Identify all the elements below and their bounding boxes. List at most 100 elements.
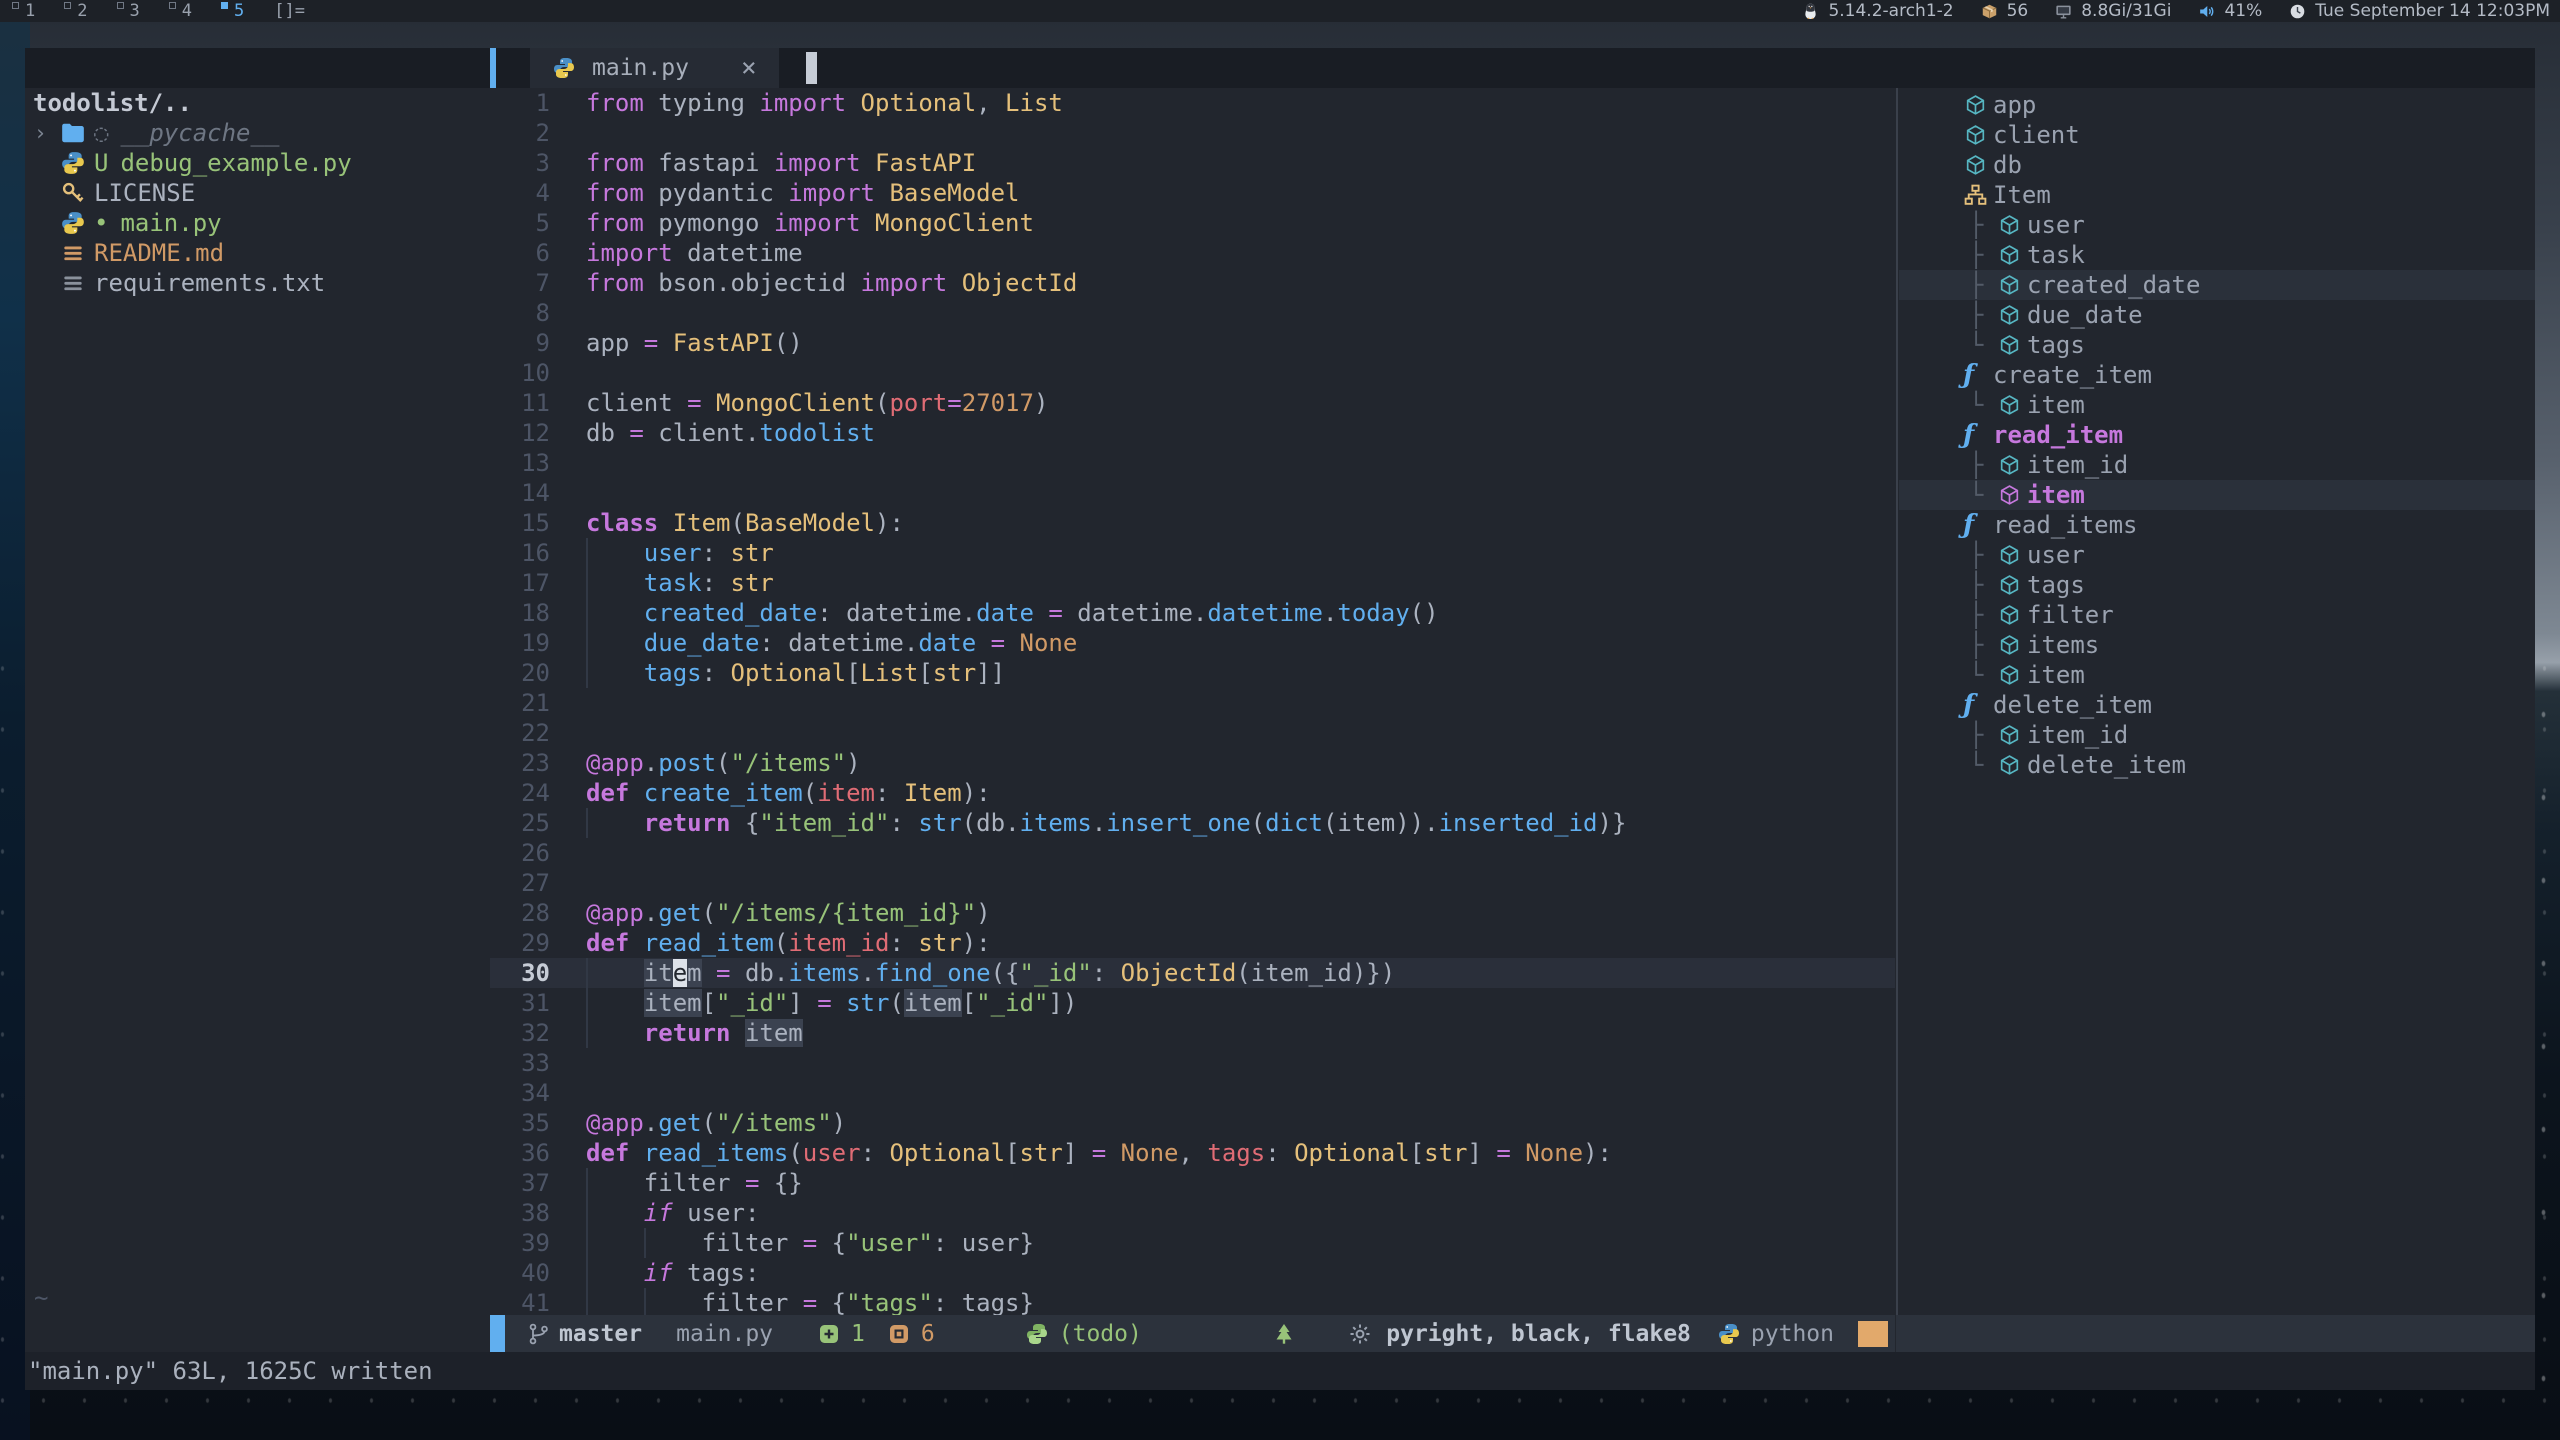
symbol-item_id[interactable]: ├item_id: [1899, 450, 2535, 480]
code-line-5[interactable]: 5from pymongo import MongoClient: [490, 208, 1895, 238]
code-line-9[interactable]: 9app = FastAPI(): [490, 328, 1895, 358]
workspace-3[interactable]: 3: [117, 0, 140, 22]
statusline-main: master main.py 1 6 (todo) pyright, black…: [490, 1315, 1895, 1352]
symbol-delete_item[interactable]: ƒdelete_item: [1899, 690, 2535, 720]
code-line-25[interactable]: 25 return {"item_id": str(db.items.inser…: [490, 808, 1895, 838]
tree-item-README.md[interactable]: README.md: [25, 238, 490, 268]
symbol-name: item: [2027, 661, 2085, 689]
workspace-4[interactable]: 4: [169, 0, 192, 22]
workspace-5[interactable]: 5: [221, 0, 244, 22]
code-line-39[interactable]: 39 filter = {"user": user}: [490, 1228, 1895, 1258]
filetype: python: [1751, 1321, 1834, 1347]
code-line-17[interactable]: 17 task: str: [490, 568, 1895, 598]
line-number: 28: [490, 898, 550, 928]
symbol-tags[interactable]: └tags: [1899, 330, 2535, 360]
code-line-18[interactable]: 18 created_date: datetime.date = datetim…: [490, 598, 1895, 628]
symbol-name: delete_item: [2027, 751, 2186, 779]
python-icon: [60, 210, 94, 236]
code-line-2[interactable]: 2: [490, 118, 1895, 148]
branch-icon: [527, 1322, 551, 1346]
tree-item-debug_example.py[interactable]: Udebug_example.py: [25, 148, 490, 178]
symbol-task[interactable]: ├task: [1899, 240, 2535, 270]
symbol-db[interactable]: db: [1899, 150, 2535, 180]
code-line-38[interactable]: 38 if user:: [490, 1198, 1895, 1228]
code-line-16[interactable]: 16 user: str: [490, 538, 1895, 568]
symbol-name: db: [1993, 151, 2022, 179]
code-line-7[interactable]: 7from bson.objectid import ObjectId: [490, 268, 1895, 298]
code-line-26[interactable]: 26: [490, 838, 1895, 868]
code-line-27[interactable]: 27: [490, 868, 1895, 898]
symbol-item_id[interactable]: ├item_id: [1899, 720, 2535, 750]
code-line-19[interactable]: 19 due_date: datetime.date = None: [490, 628, 1895, 658]
code-line-36[interactable]: 36def read_items(user: Optional[str] = N…: [490, 1138, 1895, 1168]
symbol-Item[interactable]: Item: [1899, 180, 2535, 210]
window-separator[interactable]: [1896, 88, 1898, 1315]
line-number: 10: [490, 358, 550, 388]
code-line-28[interactable]: 28@app.get("/items/{item_id}"): [490, 898, 1895, 928]
tree-root-folder[interactable]: todolist/..: [25, 88, 490, 118]
code-line-11[interactable]: 11client = MongoClient(port=27017): [490, 388, 1895, 418]
symbol-read_item[interactable]: ƒread_item: [1899, 420, 2535, 450]
code-line-34[interactable]: 34: [490, 1078, 1895, 1108]
workspace-2[interactable]: 2: [64, 0, 87, 22]
code-line-35[interactable]: 35@app.get("/items"): [490, 1108, 1895, 1138]
line-number: 3: [490, 148, 550, 178]
cube-icon: [1997, 243, 2027, 268]
code-line-29[interactable]: 29def read_item(item_id: str):: [490, 928, 1895, 958]
code-line-33[interactable]: 33: [490, 1048, 1895, 1078]
tree-item-requirements.txt[interactable]: requirements.txt: [25, 268, 490, 298]
code-line-23[interactable]: 23@app.post("/items"): [490, 748, 1895, 778]
symbol-tags[interactable]: ├tags: [1899, 570, 2535, 600]
symbol-created_date[interactable]: ├created_date: [1899, 270, 2535, 300]
statusline-outline-section: [1896, 1315, 2535, 1352]
code-text: task: str: [586, 568, 774, 598]
code-line-32[interactable]: 32 return item: [490, 1018, 1895, 1048]
code-line-31[interactable]: 31 item["_id"] = str(item["_id"]): [490, 988, 1895, 1018]
symbol-client[interactable]: client: [1899, 120, 2535, 150]
symbol-items[interactable]: ├items: [1899, 630, 2535, 660]
code-line-41[interactable]: 41 filter = {"tags": tags}: [490, 1288, 1895, 1318]
cube-icon: [1997, 663, 2027, 688]
code-editor[interactable]: 1from typing import Optional, List23from…: [490, 88, 1895, 1318]
symbol-due_date[interactable]: ├due_date: [1899, 300, 2535, 330]
code-line-24[interactable]: 24def create_item(item: Item):: [490, 778, 1895, 808]
code-line-1[interactable]: 1from typing import Optional, List: [490, 88, 1895, 118]
code-line-37[interactable]: 37 filter = {}: [490, 1168, 1895, 1198]
code-line-13[interactable]: 13: [490, 448, 1895, 478]
symbol-user[interactable]: ├user: [1899, 540, 2535, 570]
symbol-item[interactable]: └item: [1899, 480, 2535, 510]
tree-item-LICENSE[interactable]: LICENSE: [25, 178, 490, 208]
code-line-3[interactable]: 3from fastapi import FastAPI: [490, 148, 1895, 178]
line-number: 5: [490, 208, 550, 238]
tab-main.py[interactable]: main.py×: [530, 48, 779, 88]
code-line-30[interactable]: 30 item = db.items.find_one({"_id": Obje…: [490, 958, 1895, 988]
code-line-22[interactable]: 22: [490, 718, 1895, 748]
symbol-item[interactable]: └item: [1899, 660, 2535, 690]
code-line-20[interactable]: 20 tags: Optional[List[str]]: [490, 658, 1895, 688]
tree-item-__pycache__[interactable]: ›◌__pycache__: [25, 118, 490, 148]
symbol-name: client: [1993, 121, 2080, 149]
line-number: 7: [490, 268, 550, 298]
symbol-user[interactable]: ├user: [1899, 210, 2535, 240]
code-line-21[interactable]: 21: [490, 688, 1895, 718]
symbol-filter[interactable]: ├filter: [1899, 600, 2535, 630]
code-line-40[interactable]: 40 if tags:: [490, 1258, 1895, 1288]
tree-item-main.py[interactable]: •main.py: [25, 208, 490, 238]
code-line-4[interactable]: 4from pydantic import BaseModel: [490, 178, 1895, 208]
symbol-delete_item[interactable]: └delete_item: [1899, 750, 2535, 780]
code-line-6[interactable]: 6import datetime: [490, 238, 1895, 268]
line-number: 25: [490, 808, 550, 838]
symbol-item[interactable]: └item: [1899, 390, 2535, 420]
code-line-8[interactable]: 8: [490, 298, 1895, 328]
code-line-12[interactable]: 12db = client.todolist: [490, 418, 1895, 448]
code-line-14[interactable]: 14: [490, 478, 1895, 508]
symbol-app[interactable]: app: [1899, 90, 2535, 120]
symbol-create_item[interactable]: ƒcreate_item: [1899, 360, 2535, 390]
workspace-1[interactable]: 1: [12, 0, 35, 22]
close-icon[interactable]: ×: [741, 53, 757, 83]
symbol-name: user: [2027, 211, 2085, 239]
tree-connector: ├: [1969, 241, 1997, 269]
symbol-read_items[interactable]: ƒread_items: [1899, 510, 2535, 540]
code-line-10[interactable]: 10: [490, 358, 1895, 388]
code-line-15[interactable]: 15class Item(BaseModel):: [490, 508, 1895, 538]
